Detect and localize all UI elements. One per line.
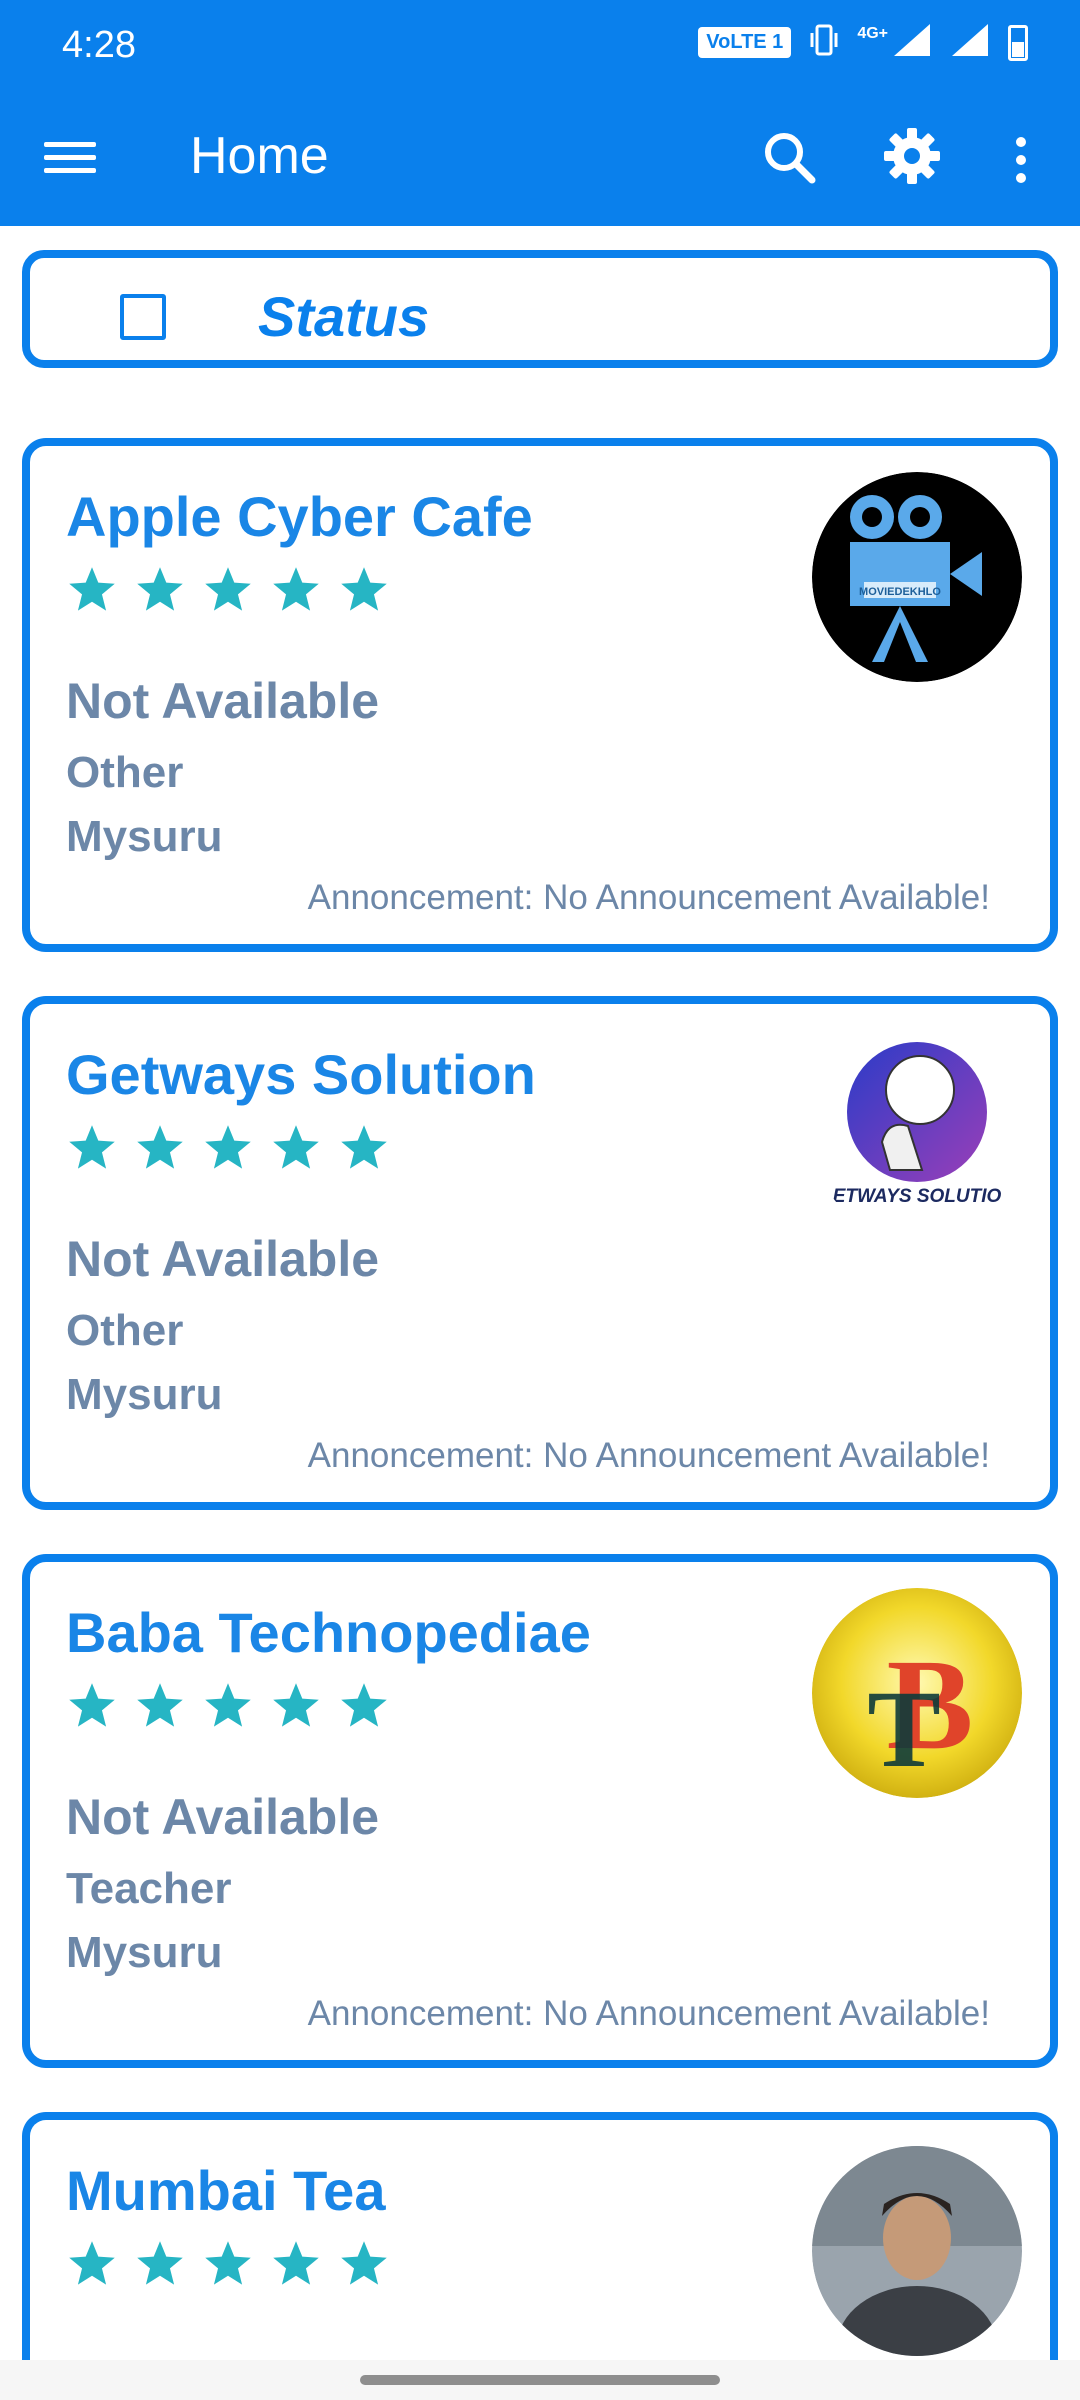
star-icon	[137, 1683, 183, 1727]
star-icon	[205, 1683, 251, 1727]
listing-city: Mysuru	[66, 812, 223, 861]
star-icon	[341, 2241, 387, 2285]
gear-icon[interactable]	[880, 124, 944, 188]
star-icon	[273, 567, 319, 611]
star-icon	[137, 1125, 183, 1169]
star-icon	[69, 1125, 115, 1169]
svg-text:ETWAYS SOLUTIO: ETWAYS SOLUTIO	[833, 1186, 1002, 1207]
star-icon	[137, 2241, 183, 2285]
announcement-text: Annoncement: No Announcement Available!	[307, 1436, 990, 1475]
star-rating	[66, 564, 390, 616]
star-icon	[69, 1683, 115, 1727]
avatar: B T	[812, 1588, 1022, 1798]
star-rating	[66, 2238, 390, 2290]
more-vert-icon[interactable]	[1006, 128, 1036, 192]
avatar	[812, 2146, 1022, 2356]
status-filter-label: Status	[258, 285, 430, 348]
system-status-bar: 4:28 VoLTE 1 4G+	[0, 0, 1080, 92]
app-bar: Home	[0, 92, 1080, 226]
signal-icon-2	[950, 22, 990, 63]
network-type-icon: 4G+	[857, 24, 888, 42]
listing-card[interactable]: Apple Cyber Cafe Not Available Other Mys…	[22, 438, 1058, 952]
svg-text:T: T	[867, 1668, 940, 1790]
listing-category: Teacher	[66, 1864, 232, 1913]
menu-icon[interactable]	[44, 134, 96, 182]
star-icon	[205, 567, 251, 611]
volte-badge: VoLTE 1	[698, 27, 792, 58]
star-icon	[205, 1125, 251, 1169]
home-handle[interactable]	[360, 2375, 720, 2385]
search-icon[interactable]	[758, 126, 822, 190]
listing-category: Other	[66, 1306, 184, 1355]
battery-icon	[1008, 24, 1028, 61]
listing-card[interactable]: Mumbai Tea	[22, 2112, 1058, 2372]
status-checkbox[interactable]	[120, 294, 166, 340]
star-icon	[205, 2241, 251, 2285]
listing-name: Baba Technopediae	[66, 1601, 591, 1664]
star-icon	[273, 1125, 319, 1169]
star-icon	[69, 567, 115, 611]
listing-card[interactable]: Getways Solution Not Available Other Mys…	[22, 996, 1058, 1510]
star-icon	[341, 1125, 387, 1169]
star-icon	[137, 567, 183, 611]
star-icon	[341, 1683, 387, 1727]
avatar: ETWAYS SOLUTIO	[812, 1030, 1022, 1240]
status-icons: VoLTE 1 4G+	[698, 22, 1028, 63]
star-icon	[273, 1683, 319, 1727]
announcement-text: Annoncement: No Announcement Available!	[307, 1994, 990, 2033]
listing-card[interactable]: Baba Technopediae Not Available Teacher …	[22, 1554, 1058, 2068]
star-rating	[66, 1122, 390, 1174]
vibrate-icon	[809, 23, 839, 63]
announcement-text: Annoncement: No Announcement Available!	[307, 878, 990, 917]
listing-city: Mysuru	[66, 1928, 223, 1977]
avatar: MOVIEDEKHLO	[812, 472, 1022, 682]
listing-city: Mysuru	[66, 1370, 223, 1419]
listing-name: Getways Solution	[66, 1043, 536, 1106]
gesture-nav-bar	[0, 2360, 1080, 2400]
star-icon	[69, 2241, 115, 2285]
listing-name: Apple Cyber Cafe	[66, 485, 533, 548]
star-icon	[273, 2241, 319, 2285]
signal-icon	[892, 22, 932, 63]
availability-status: Not Available	[66, 673, 380, 729]
page-title: Home	[190, 127, 329, 185]
availability-status: Not Available	[66, 1789, 380, 1845]
star-icon	[341, 567, 387, 611]
status-filter-card[interactable]: Status	[22, 250, 1058, 368]
availability-status: Not Available	[66, 1231, 380, 1287]
svg-text:MOVIEDEKHLO: MOVIEDEKHLO	[859, 586, 941, 598]
listing-category: Other	[66, 748, 184, 797]
star-rating	[66, 1680, 390, 1732]
listing-name: Mumbai Tea	[66, 2159, 386, 2222]
status-time: 4:28	[62, 24, 136, 66]
